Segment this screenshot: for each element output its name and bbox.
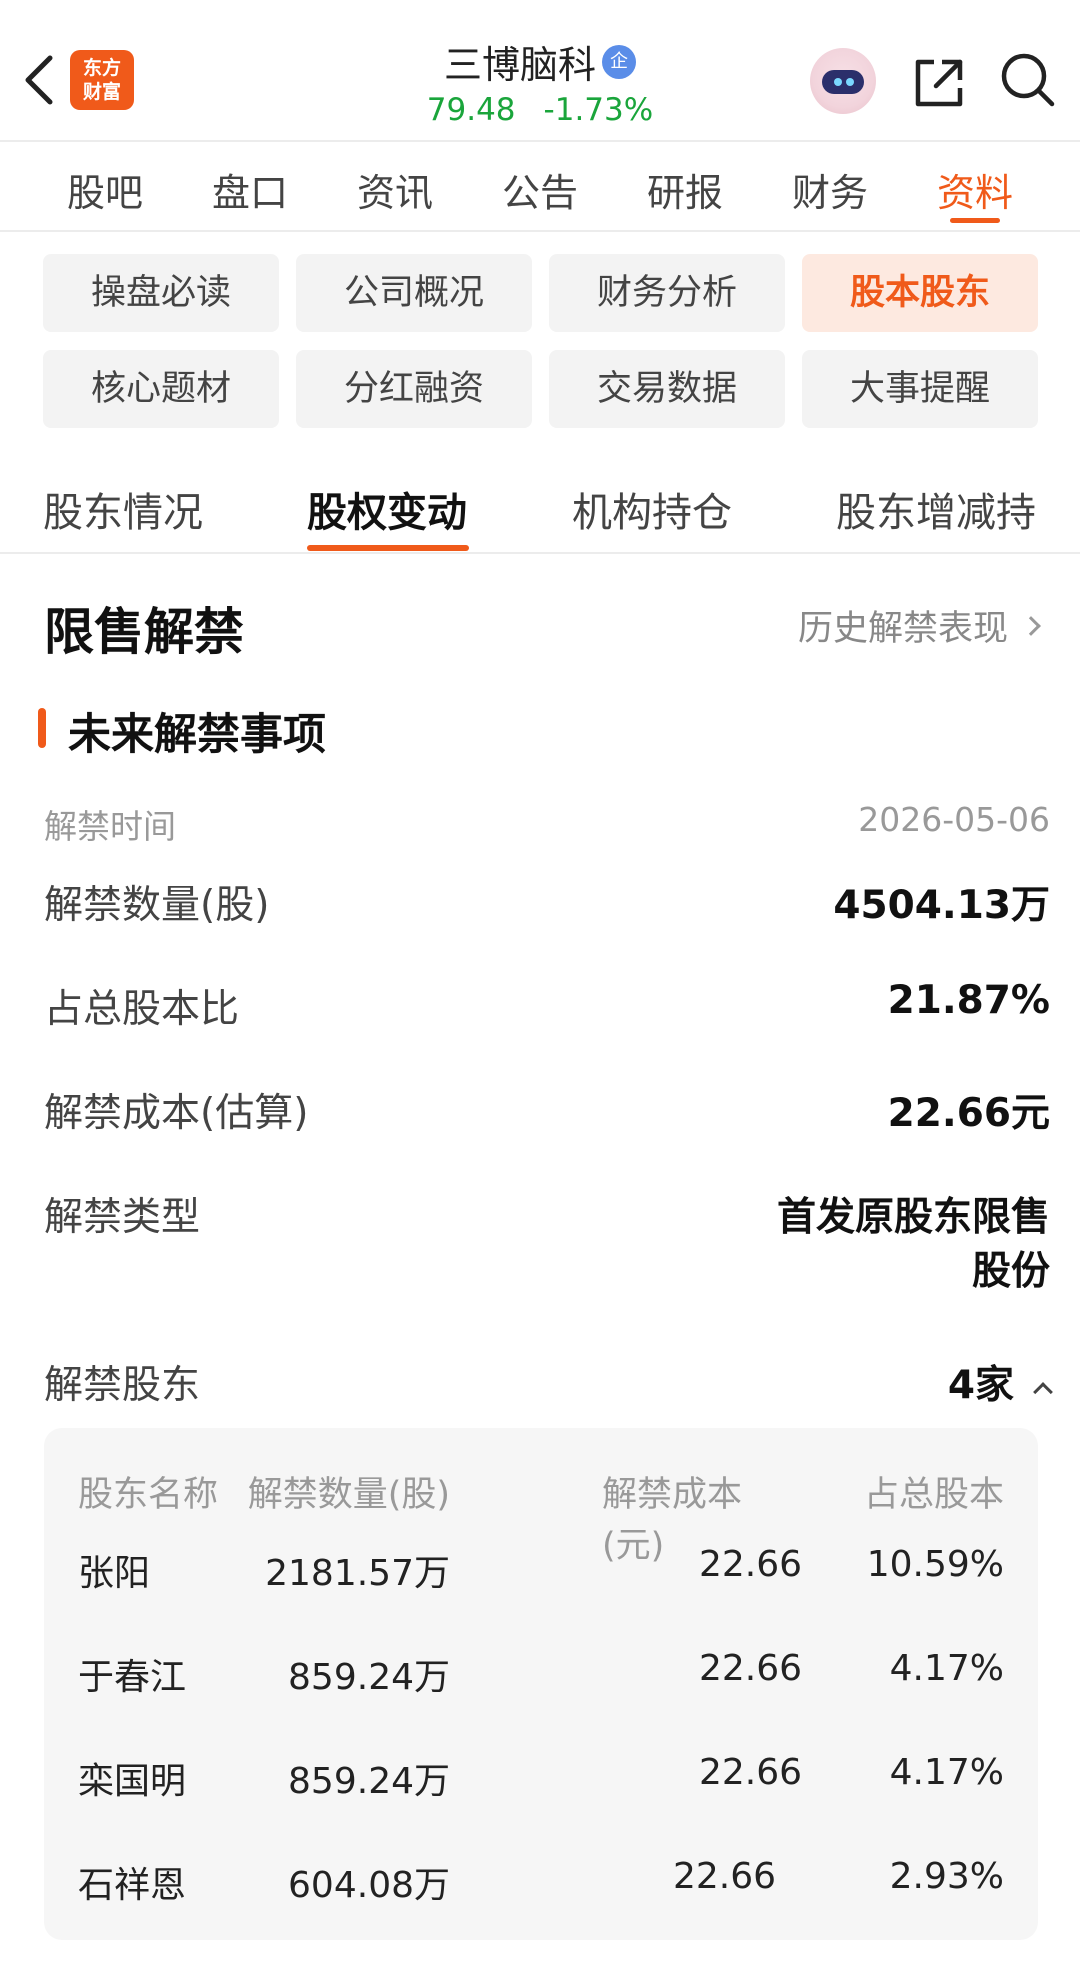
col-header-quantity: 解禁数量(股) — [247, 1475, 450, 1515]
tab-pankou[interactable]: 盘口 — [212, 162, 288, 217]
chevron-up-icon — [1033, 1381, 1053, 1402]
unlock-type-value-line2: 股份 — [971, 1249, 1050, 1294]
table-row-3-name: 栾国明 — [78, 1761, 187, 1802]
table-row-4-ratio: 2.93% — [889, 1856, 1004, 1897]
table-row-2-quantity: 859.24万 — [288, 1657, 450, 1698]
subtab-financial-analysis[interactable]: 财务分析 — [549, 254, 785, 332]
table-row-3-cost: 22.66 — [698, 1752, 802, 1793]
app-header: 东方 财富 三博脑科企 79.48 -1.73% — [0, 0, 1080, 140]
stab-shareholder-status[interactable]: 股东情况 — [43, 480, 203, 538]
table-row-2-ratio: 4.17% — [889, 1648, 1004, 1689]
stock-change-pct: -1.73% — [543, 92, 654, 128]
table-row-4-name: 石祥恩 — [78, 1865, 187, 1906]
stab-institutional-holdings[interactable]: 机构持仓 — [572, 480, 732, 538]
tab-guba[interactable]: 股吧 — [67, 162, 143, 217]
unlock-type-label: 解禁类型 — [44, 1195, 201, 1240]
table-row-2-cost: 22.66 — [698, 1648, 802, 1689]
subtab-trading-essentials[interactable]: 操盘必读 — [43, 254, 279, 332]
table-row-1-cost: 22.66 — [698, 1544, 802, 1585]
unlock-cost-label: 解禁成本(估算) — [44, 1091, 309, 1136]
share-icon[interactable] — [912, 56, 966, 110]
subsection-title: 未来解禁事项 — [68, 710, 326, 760]
table-row-1-ratio: 10.59% — [866, 1544, 1004, 1585]
subtab-company-overview[interactable]: 公司概况 — [296, 254, 532, 332]
history-unlock-label: 历史解禁表现 — [797, 609, 1008, 649]
subtab-trading-data[interactable]: 交易数据 — [549, 350, 785, 428]
active-tab-indicator — [950, 218, 1000, 223]
unlock-quantity-value: 4504.13万 — [833, 883, 1050, 928]
back-arrow-icon[interactable] — [20, 50, 60, 110]
unlock-holders-toggle[interactable]: 4家 — [947, 1354, 1053, 1410]
verified-badge-icon: 企 — [602, 44, 636, 79]
avatar-visor — [822, 70, 864, 94]
unlock-quantity-label: 解禁数量(股) — [44, 883, 270, 928]
unlock-time-value: 2026-05-06 — [858, 800, 1050, 839]
avatar-left-eye — [834, 78, 842, 86]
table-row-1-quantity: 2181.57万 — [265, 1553, 450, 1594]
search-icon[interactable] — [1000, 52, 1056, 108]
subtab-dividends-financing[interactable]: 分红融资 — [296, 350, 532, 428]
col-header-ratio: 占总股本 — [863, 1475, 1004, 1515]
table-row-4-quantity: 604.08万 — [288, 1865, 450, 1906]
unlock-cost-value: 22.66元 — [887, 1091, 1050, 1136]
stock-title: 三博脑科企 — [340, 34, 740, 89]
chevron-right-icon — [1021, 616, 1041, 636]
tabs-divider — [0, 230, 1080, 232]
unlock-holders-count: 4家 — [947, 1363, 1014, 1408]
stock-name: 三博脑科 — [443, 43, 596, 87]
main-tabs: 股吧 盘口 资讯 公告 研报 财务 资料 — [0, 140, 1080, 230]
col-header-name: 股东名称 — [78, 1475, 219, 1515]
tab-announcements[interactable]: 公告 — [502, 162, 578, 217]
table-row-2-name: 于春江 — [78, 1657, 187, 1698]
unlock-holders-label: 解禁股东 — [44, 1363, 201, 1408]
tab-research[interactable]: 研报 — [647, 162, 723, 217]
ai-assistant-avatar[interactable] — [810, 48, 876, 114]
tab-finance[interactable]: 财务 — [792, 162, 868, 217]
subtab-major-events[interactable]: 大事提醒 — [802, 350, 1038, 428]
unlock-ratio-label: 占总股本比 — [44, 987, 240, 1032]
unlock-type-value-line1: 首发原股东限售 — [776, 1195, 1050, 1240]
tab-news[interactable]: 资讯 — [357, 162, 433, 217]
brand-logo[interactable]: 东方 财富 — [70, 50, 134, 110]
table-row-3-ratio: 4.17% — [889, 1752, 1004, 1793]
active-secondary-tab-indicator — [307, 545, 469, 551]
unlock-ratio-value: 21.87% — [887, 978, 1050, 1023]
unlock-time-label: 解禁时间 — [44, 807, 176, 846]
subtab-core-themes[interactable]: 核心题材 — [43, 350, 279, 428]
holders-table: 股东名称 解禁数量(股) 解禁成本(元) 占总股本 张阳 2181.57万 22… — [44, 1428, 1038, 1940]
table-row-3-quantity: 859.24万 — [288, 1761, 450, 1802]
section-title: 限售解禁 — [44, 603, 244, 661]
price-row: 79.48 -1.73% — [340, 92, 740, 128]
tab-profile[interactable]: 资料 — [937, 162, 1013, 217]
history-unlock-link[interactable]: 历史解禁表现 — [797, 600, 1041, 651]
subtab-shareholders[interactable]: 股本股东 — [802, 254, 1038, 332]
table-row-1-name: 张阳 — [78, 1553, 151, 1594]
stab-shareholder-changes[interactable]: 股东增减持 — [836, 480, 1036, 538]
subsection-accent-bar — [38, 708, 46, 748]
table-row-4-cost: 22.66 — [672, 1856, 776, 1897]
avatar-right-eye — [846, 78, 854, 86]
stab-equity-changes[interactable]: 股权变动 — [307, 480, 467, 538]
stock-price: 79.48 — [426, 92, 516, 128]
secondary-tabs-divider — [0, 552, 1080, 554]
